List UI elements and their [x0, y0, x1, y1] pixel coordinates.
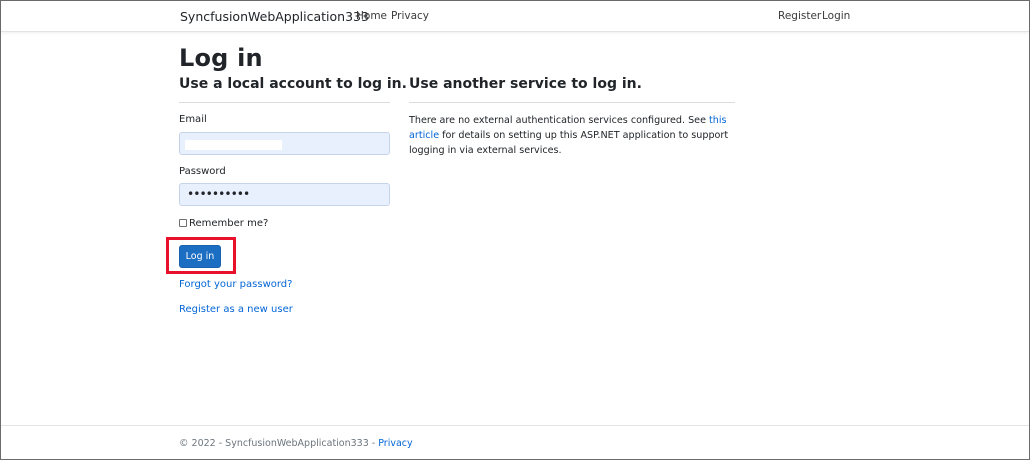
local-divider — [179, 102, 390, 103]
remember-me-label[interactable]: Remember me? — [189, 218, 268, 229]
page-title: Log in — [179, 44, 263, 72]
nav-register-link[interactable]: Register — [778, 10, 821, 22]
external-divider — [409, 102, 735, 103]
navbar-brand[interactable]: SyncfusionWebApplication333 — [180, 9, 369, 24]
nav-home-link[interactable]: Home — [356, 10, 387, 22]
footer-divider — [1, 425, 1029, 426]
external-text-before: There are no external authentication ser… — [409, 115, 710, 126]
password-value: •••••••••• — [187, 187, 250, 201]
password-field[interactable]: •••••••••• — [179, 183, 390, 206]
footer-text: © 2022 - SyncfusionWebApplication333 - — [179, 438, 379, 449]
email-label: Email — [179, 114, 207, 125]
footer: © 2022 - SyncfusionWebApplication333 - P… — [179, 438, 413, 449]
password-label: Password — [179, 166, 226, 177]
forgot-password-link[interactable]: Forgot your password? — [179, 279, 292, 290]
email-redaction — [185, 140, 282, 150]
nav-login-link[interactable]: Login — [822, 10, 850, 22]
login-button[interactable]: Log in — [179, 245, 221, 268]
remember-me-checkbox[interactable] — [179, 219, 187, 227]
nav-privacy-link[interactable]: Privacy — [391, 10, 429, 22]
top-navbar: SyncfusionWebApplication333 Home Privacy… — [1, 1, 1029, 32]
register-new-user-link[interactable]: Register as a new user — [179, 304, 293, 315]
footer-privacy-link[interactable]: Privacy — [378, 438, 412, 449]
window-frame — [0, 0, 1030, 460]
email-field[interactable] — [179, 132, 390, 155]
external-service-heading: Use another service to log in. — [409, 76, 642, 92]
local-account-heading: Use a local account to log in. — [179, 76, 407, 92]
external-text-after: for details on setting up this ASP.NET a… — [409, 130, 729, 156]
external-auth-info: There are no external authentication ser… — [409, 113, 739, 158]
